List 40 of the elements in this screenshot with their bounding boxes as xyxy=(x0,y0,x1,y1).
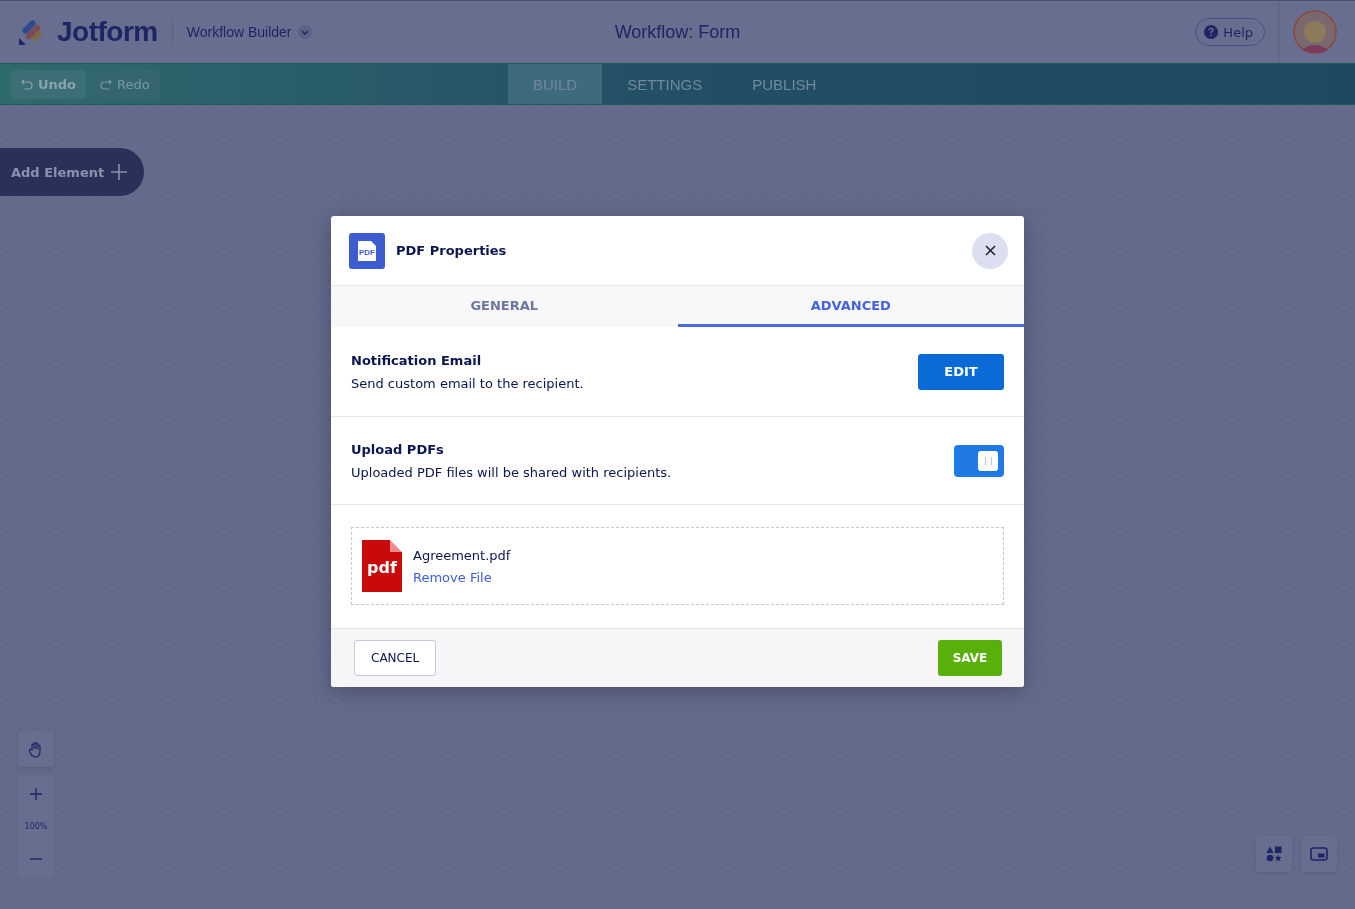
page-title: Workflow: Form xyxy=(614,21,741,43)
setting-title: Notification Email xyxy=(351,352,483,368)
hand-icon xyxy=(28,740,44,758)
chevron-down-icon xyxy=(297,25,312,39)
setting-description: Send custom email to the recipient. xyxy=(351,375,585,391)
dialog-title: PDF Properties xyxy=(396,243,507,258)
add-element-button[interactable]: Add Element xyxy=(0,148,144,196)
remove-file-link[interactable]: Remove File xyxy=(413,569,511,585)
cancel-button[interactable]: CANCEL xyxy=(354,640,437,676)
plus-icon xyxy=(30,788,42,800)
product-dropdown[interactable]: Workflow Builder xyxy=(186,24,312,40)
minus-icon xyxy=(30,858,42,860)
toggle-switch[interactable] xyxy=(954,444,1004,477)
toolbar-tab[interactable]: PUBLISH xyxy=(727,64,842,104)
zoom-level: 100% xyxy=(24,822,48,831)
edit-button[interactable]: EDIT xyxy=(918,353,1004,390)
setting-title: Upload PDFs xyxy=(351,441,445,457)
logo-icon xyxy=(17,18,45,46)
toolbar-tab[interactable]: SETTINGS xyxy=(602,64,728,104)
avatar-icon[interactable] xyxy=(1293,10,1337,54)
minimap-icon xyxy=(1310,847,1328,861)
shapes-button[interactable] xyxy=(1256,836,1292,872)
undo-icon xyxy=(21,78,33,90)
logo-text: Jotform xyxy=(57,16,158,48)
help-icon xyxy=(1204,25,1219,39)
shapes-icon xyxy=(1266,846,1282,862)
undo-button[interactable]: Undo xyxy=(11,69,87,99)
setting-description: Uploaded PDF files will be shared with recipients. xyxy=(351,464,673,480)
hand-tool-button[interactable] xyxy=(18,731,54,767)
close-button[interactable] xyxy=(972,232,1008,269)
file-name: Agreement.pdf xyxy=(413,547,511,563)
dialog-tab[interactable]: GENERAL xyxy=(331,286,678,327)
plus-icon xyxy=(110,163,128,181)
save-button[interactable]: SAVE xyxy=(938,640,1002,676)
close-icon xyxy=(984,245,996,256)
minimap-button[interactable] xyxy=(1301,836,1337,872)
pdf-file-icon: PDF xyxy=(349,232,385,269)
pdf-file-icon: pdf xyxy=(362,540,402,592)
dialog-tab[interactable]: ADVANCED xyxy=(677,286,1024,327)
redo-icon xyxy=(100,78,113,90)
